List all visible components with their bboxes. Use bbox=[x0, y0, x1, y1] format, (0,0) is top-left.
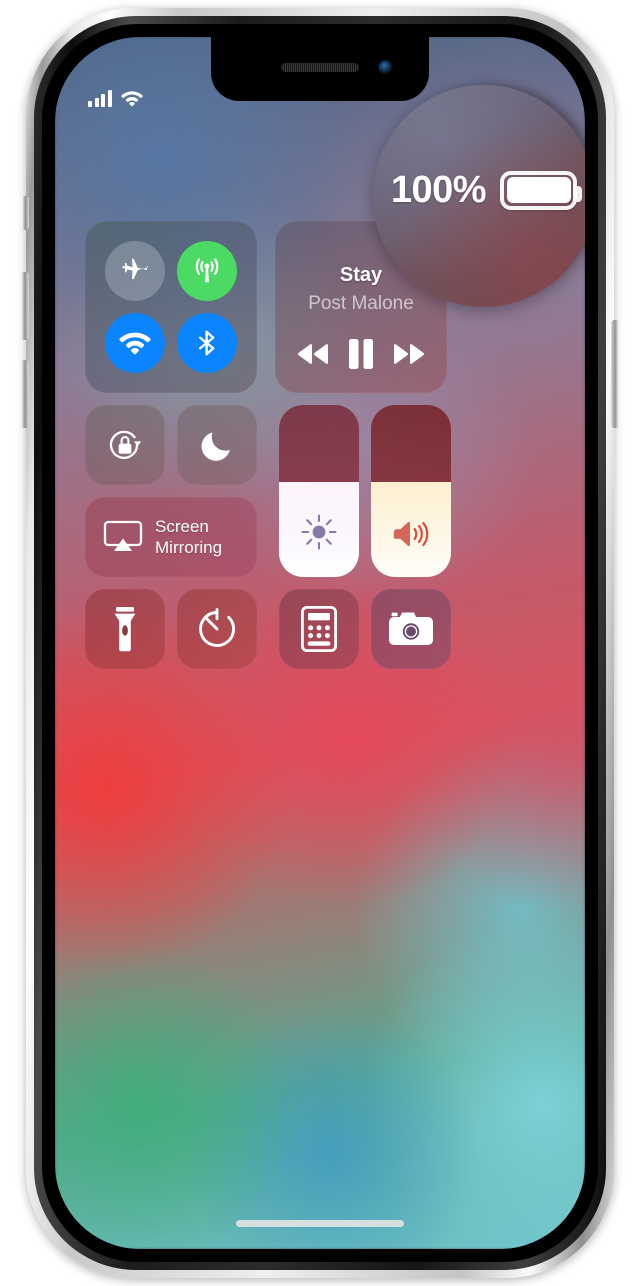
wifi-toggle[interactable] bbox=[105, 313, 165, 373]
brightness-sun-icon bbox=[301, 514, 337, 550]
cellular-data-toggle[interactable] bbox=[177, 241, 237, 301]
rotation-lock-toggle[interactable] bbox=[85, 405, 165, 485]
battery-terminal bbox=[575, 185, 583, 202]
battery-fill bbox=[506, 177, 571, 203]
pause-icon bbox=[349, 339, 373, 369]
cellular-antenna-icon bbox=[195, 258, 219, 283]
flashlight-icon bbox=[114, 607, 136, 652]
rotation-lock-icon bbox=[109, 430, 142, 460]
screen-mirroring-button[interactable]: Screen Mirroring bbox=[85, 497, 257, 577]
airplane-icon bbox=[122, 258, 148, 280]
volume-slider-icon-wrap bbox=[371, 517, 451, 551]
bluetooth-toggle[interactable] bbox=[177, 313, 237, 373]
fast-forward-button[interactable] bbox=[389, 337, 429, 371]
screenshot-stage: Stay Post Malone Screen Mirroring 100% bbox=[0, 0, 640, 1286]
airplay-screen-icon bbox=[103, 520, 143, 551]
notch bbox=[211, 37, 429, 101]
connectivity-module bbox=[85, 221, 257, 393]
speaker-waves-icon bbox=[393, 521, 429, 547]
cellular-signal-icon bbox=[88, 90, 112, 107]
brightness-slider[interactable] bbox=[279, 405, 359, 577]
playback-controls bbox=[275, 337, 447, 371]
rewind-icon bbox=[297, 344, 328, 364]
front-camera-icon bbox=[378, 60, 393, 75]
track-artist: Post Malone bbox=[308, 293, 414, 314]
rewind-button[interactable] bbox=[293, 337, 333, 371]
timer-icon bbox=[199, 608, 236, 647]
status-bar-left bbox=[88, 90, 143, 107]
flashlight-button[interactable] bbox=[85, 589, 165, 669]
magnifier-content: 100% bbox=[390, 168, 583, 212]
mute-switch-button[interactable] bbox=[22, 196, 29, 230]
bluetooth-icon bbox=[198, 330, 215, 356]
wifi-icon bbox=[120, 91, 143, 107]
volume-up-button[interactable] bbox=[21, 272, 29, 340]
home-indicator[interactable] bbox=[236, 1220, 404, 1227]
calculator-icon bbox=[301, 606, 337, 652]
brightness-slider-icon-wrap bbox=[279, 513, 359, 551]
battery-magnifier: 100% bbox=[373, 85, 585, 307]
calculator-button[interactable] bbox=[279, 589, 359, 669]
power-button[interactable] bbox=[611, 320, 619, 428]
wifi-icon bbox=[119, 332, 151, 355]
volume-down-button[interactable] bbox=[21, 360, 29, 428]
volume-slider[interactable] bbox=[371, 405, 451, 577]
camera-button[interactable] bbox=[371, 589, 451, 669]
screen-mirroring-label-line2: Mirroring bbox=[155, 538, 223, 557]
phone-screen: Stay Post Malone Screen Mirroring 100% bbox=[55, 37, 585, 1249]
earpiece-speaker-icon bbox=[281, 63, 359, 72]
screen-mirroring-label: Screen Mirroring bbox=[155, 516, 222, 558]
timer-button[interactable] bbox=[177, 589, 257, 669]
do-not-disturb-toggle[interactable] bbox=[177, 405, 257, 485]
airplane-mode-toggle[interactable] bbox=[105, 241, 165, 301]
fast-forward-icon bbox=[394, 344, 425, 364]
battery-percent-label: 100% bbox=[390, 168, 487, 211]
screen-mirroring-label-line1: Screen bbox=[155, 517, 209, 536]
pause-button[interactable] bbox=[341, 337, 381, 371]
battery-full-icon bbox=[500, 170, 583, 210]
moon-icon bbox=[201, 432, 230, 461]
camera-icon bbox=[389, 612, 433, 645]
